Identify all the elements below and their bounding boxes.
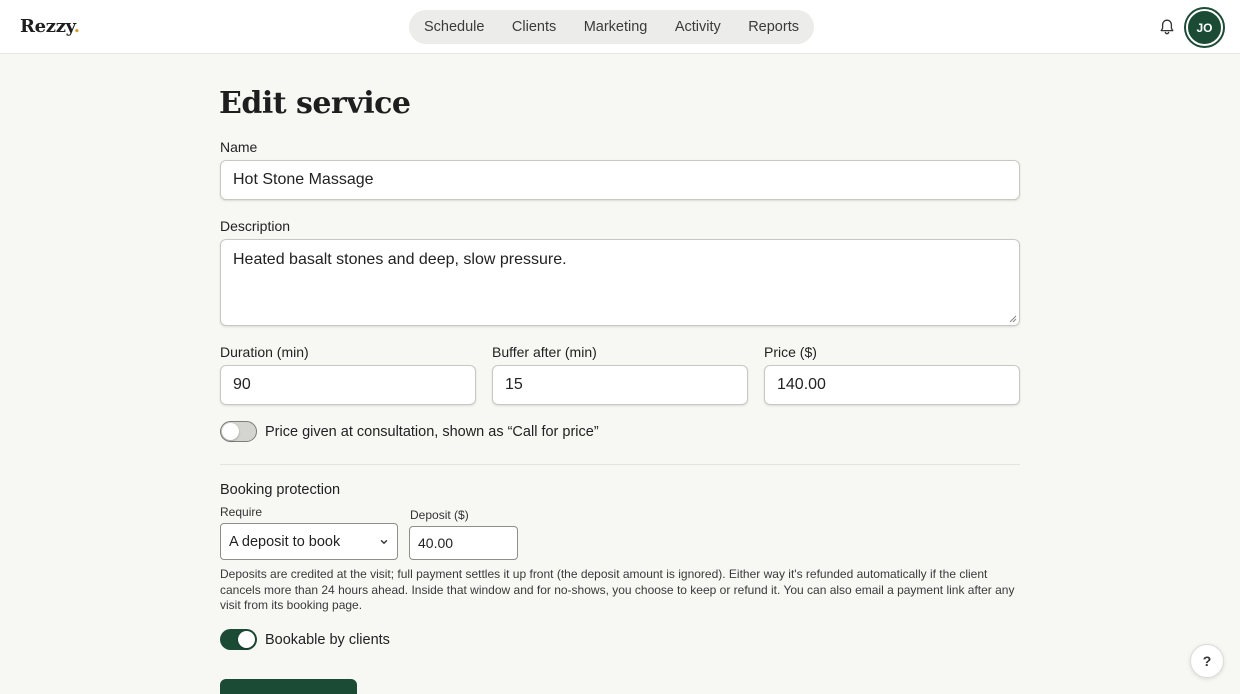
- top-bar: Rezzy. Schedule Clients Marketing Activi…: [0, 0, 1240, 54]
- section-divider: [220, 464, 1020, 465]
- require-select-value: A deposit to book: [229, 533, 341, 550]
- require-select[interactable]: A deposit to book: [220, 523, 398, 560]
- user-avatar[interactable]: JO: [1186, 9, 1223, 46]
- name-label: Name: [220, 139, 258, 155]
- save-button[interactable]: [220, 679, 357, 694]
- description-textarea[interactable]: Heated basalt stones and deep, slow pres…: [220, 239, 1020, 326]
- duration-label: Duration (min): [220, 344, 309, 360]
- booking-protection-title: Booking protection: [220, 482, 341, 498]
- name-input[interactable]: Hot Stone Massage: [220, 160, 1020, 200]
- buffer-input-value: 15: [505, 376, 523, 393]
- deposit-help-text: Deposits are credited at the visit; full…: [220, 567, 1015, 612]
- deposit-label: Deposit ($): [410, 508, 469, 522]
- deposit-input[interactable]: 40.00: [409, 526, 518, 560]
- chevron-down-icon: [380, 539, 388, 544]
- duration-input[interactable]: 90: [220, 365, 476, 405]
- resize-grip-icon[interactable]: [1009, 315, 1017, 323]
- consultation-price-toggle[interactable]: [220, 421, 257, 442]
- duration-input-value: 90: [233, 376, 251, 393]
- app-logo[interactable]: Rezzy.: [20, 16, 80, 37]
- logo-text: Rezzy: [20, 16, 74, 37]
- price-label: Price ($): [764, 344, 817, 360]
- description-textarea-value: Heated basalt stones and deep, slow pres…: [233, 251, 567, 268]
- buffer-label: Buffer after (min): [492, 344, 597, 360]
- nav-item-marketing[interactable]: Marketing: [584, 19, 648, 35]
- page-title: Edit service: [219, 86, 411, 121]
- description-label: Description: [220, 218, 291, 234]
- main-nav: Schedule Clients Marketing Activity Repo…: [409, 10, 814, 44]
- name-input-value: Hot Stone Massage: [233, 171, 374, 188]
- price-input[interactable]: 140.00: [764, 365, 1020, 405]
- nav-item-schedule[interactable]: Schedule: [424, 19, 484, 35]
- nav-item-clients[interactable]: Clients: [512, 19, 556, 35]
- consultation-price-toggle-label: Price given at consultation, shown as “C…: [265, 424, 599, 440]
- deposit-input-value: 40.00: [418, 535, 454, 551]
- nav-item-reports[interactable]: Reports: [748, 19, 799, 35]
- require-label: Require: [220, 505, 263, 519]
- logo-dot: .: [73, 16, 80, 37]
- buffer-input[interactable]: 15: [492, 365, 748, 405]
- bell-icon[interactable]: [1158, 18, 1176, 36]
- price-input-value: 140.00: [777, 376, 826, 393]
- toggle-knob: [222, 422, 239, 440]
- help-button[interactable]: ?: [1190, 644, 1224, 678]
- bookable-toggle[interactable]: [220, 629, 257, 650]
- bookable-toggle-label: Bookable by clients: [265, 632, 390, 648]
- nav-item-activity[interactable]: Activity: [675, 19, 721, 35]
- toggle-knob: [238, 631, 255, 648]
